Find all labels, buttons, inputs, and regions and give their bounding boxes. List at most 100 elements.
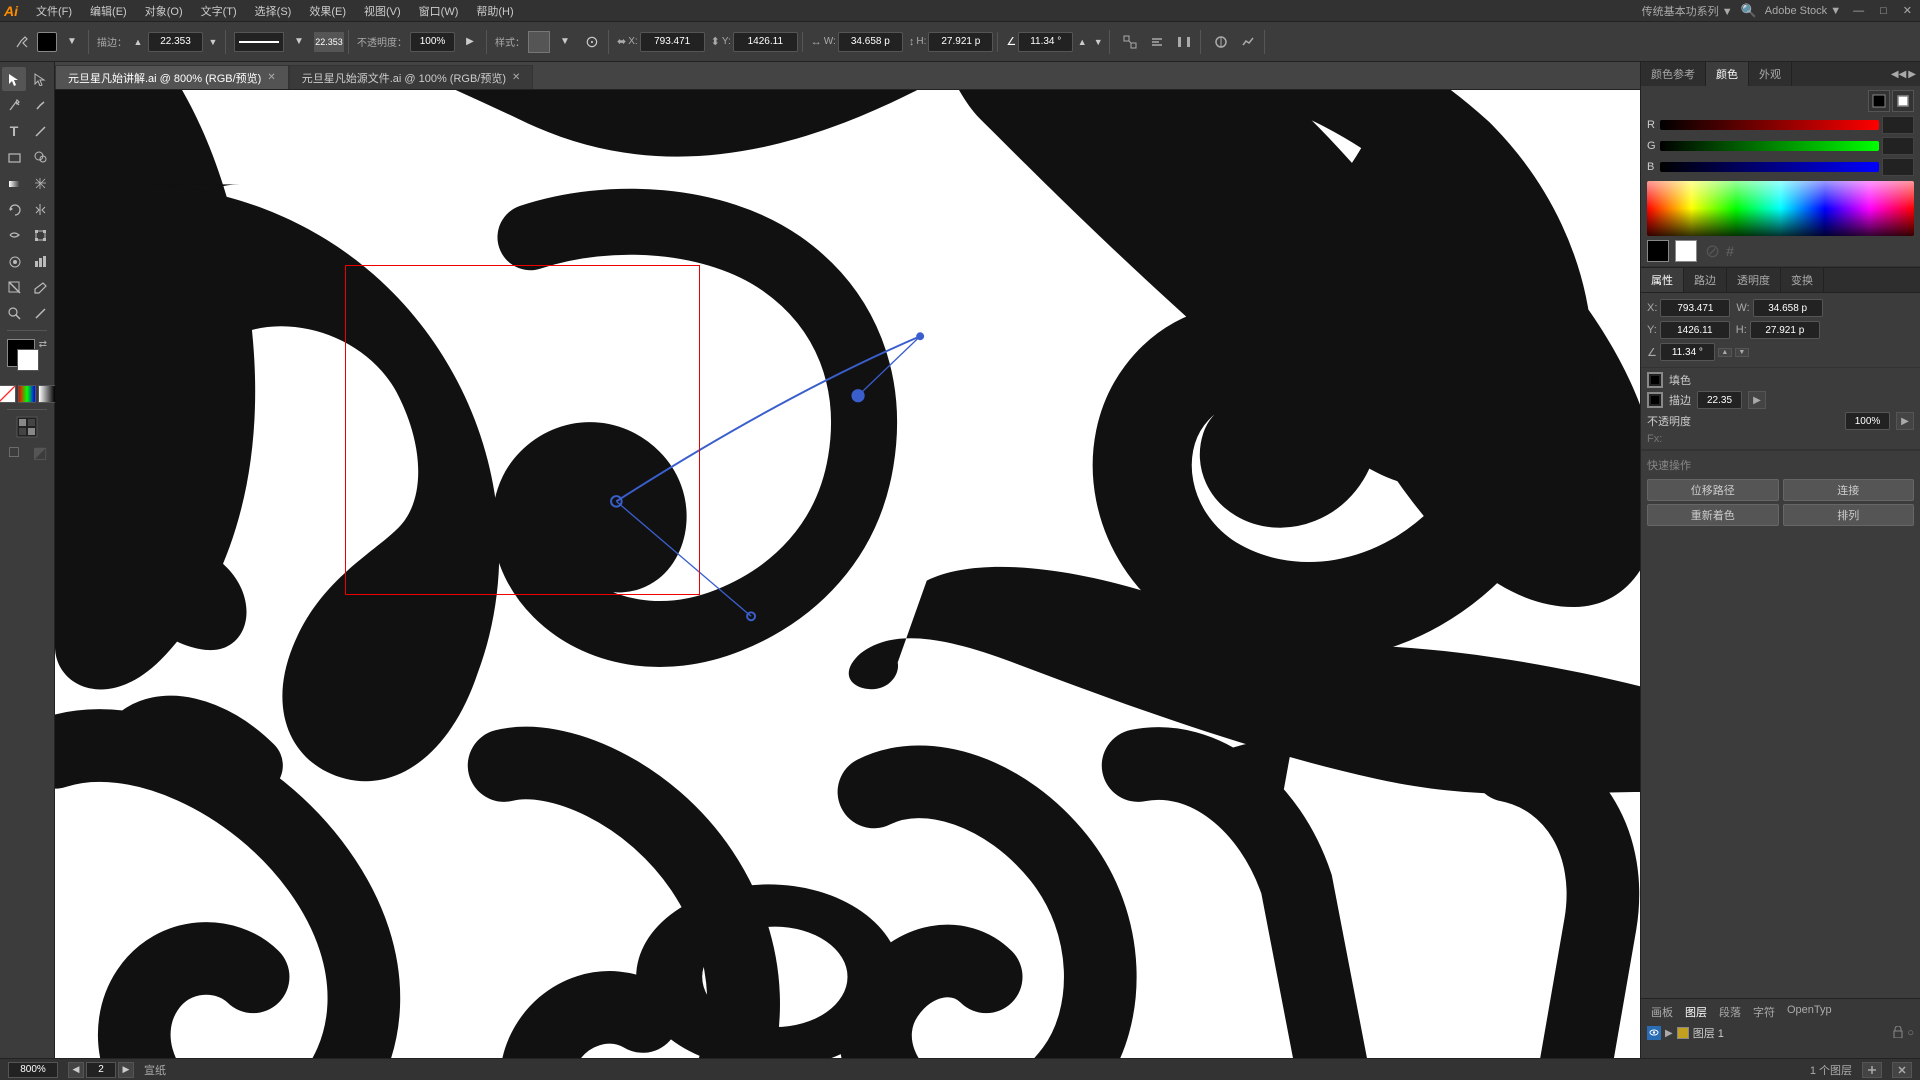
delete-layer-btn[interactable] [1892, 1062, 1912, 1078]
layer-visibility-btn[interactable] [1647, 1026, 1661, 1040]
eraser-tool[interactable] [28, 275, 52, 299]
free-transform-tool[interactable] [28, 223, 52, 247]
fill-icon[interactable] [1647, 372, 1663, 388]
nav-next-btn[interactable]: ▶ [118, 1062, 134, 1078]
misc-btn1[interactable] [1209, 30, 1233, 54]
layer-name[interactable]: 图层 1 [1693, 1025, 1890, 1041]
menu-object[interactable]: 对象(O) [137, 1, 191, 21]
menu-window[interactable]: 窗口(W) [411, 1, 467, 21]
stroke-row-input[interactable] [1697, 391, 1742, 409]
rotate-tool[interactable] [2, 197, 26, 221]
zoom-tool[interactable] [2, 301, 26, 325]
stroke-down-btn[interactable]: ▼ [205, 30, 221, 54]
hash-pattern-icon[interactable]: # [1726, 243, 1734, 259]
add-layer-btn[interactable] [1862, 1062, 1882, 1078]
menu-text[interactable]: 文字(T) [193, 1, 245, 21]
align-btn[interactable] [1145, 30, 1169, 54]
angle-transform-input[interactable] [1660, 343, 1715, 361]
freehand-tool[interactable] [28, 93, 52, 117]
stroke-width-input[interactable] [148, 32, 203, 52]
tab-color[interactable]: 颜色 [1706, 62, 1749, 86]
h-input[interactable] [928, 32, 993, 52]
stroke-icon-btn[interactable] [1892, 90, 1914, 112]
graph-tool[interactable] [28, 249, 52, 273]
g-slider-track[interactable] [1660, 141, 1879, 151]
panel-collapse-left[interactable]: ◀◀ [1891, 69, 1906, 80]
opacity-options[interactable]: ▶ [458, 30, 482, 54]
mesh-tool[interactable] [28, 171, 52, 195]
slice-tool[interactable] [2, 275, 26, 299]
angle-up-btn[interactable]: ▲ [1718, 348, 1732, 357]
canvas-area[interactable] [55, 90, 1640, 1058]
stroke-options-btn[interactable]: ▼ [60, 30, 84, 54]
none-icon[interactable]: ⊘ [1705, 241, 1720, 262]
adobe-stock-link[interactable]: Adobe Stock ▼ [1765, 5, 1841, 17]
stroke-swatch[interactable] [1675, 240, 1697, 262]
style-options[interactable]: ▼ [553, 30, 577, 54]
stroke-up-btn[interactable]: ▲ [130, 30, 146, 54]
layer-lock-icon[interactable] [1893, 1026, 1903, 1041]
direct-select-tool[interactable] [28, 67, 52, 91]
menu-select[interactable]: 选择(S) [247, 1, 300, 21]
y-transform-input[interactable] [1660, 321, 1730, 339]
color-mode-gradient[interactable] [38, 385, 56, 403]
fill-swatch[interactable] [1647, 240, 1669, 262]
b-value[interactable] [1882, 158, 1914, 176]
stroke-line-options[interactable]: ▼ [287, 30, 311, 54]
menu-edit[interactable]: 编辑(E) [82, 1, 135, 21]
opacity-expand-btn[interactable]: ▶ [1896, 412, 1914, 430]
w-input[interactable] [838, 32, 903, 52]
fill-icon-btn[interactable] [1868, 90, 1890, 112]
join-btn[interactable]: 连接 [1783, 479, 1915, 501]
color-mode-none[interactable] [0, 385, 16, 403]
window-minimize[interactable]: — [1849, 5, 1868, 17]
angle-up[interactable]: ▲ [1075, 30, 1089, 54]
lp-tab-paragraph[interactable]: 段落 [1715, 1003, 1745, 1021]
y-input[interactable] [733, 32, 798, 52]
w-transform-input[interactable] [1753, 299, 1823, 317]
panel-expand-right[interactable]: ▶ [1908, 69, 1916, 80]
symbol-tool[interactable] [2, 249, 26, 273]
recolor-btn[interactable]: 重新着色 [1647, 504, 1779, 526]
measure-tool[interactable] [28, 301, 52, 325]
r-slider-track[interactable] [1660, 120, 1879, 130]
tab-1-close[interactable]: ✕ [512, 72, 520, 83]
path-offset-btn[interactable]: 位移路径 [1647, 479, 1779, 501]
g-value[interactable] [1882, 137, 1914, 155]
lp-tab-artboard[interactable]: 画板 [1647, 1003, 1677, 1021]
shape-builder[interactable] [28, 145, 52, 169]
prop-tab-border[interactable]: 路边 [1684, 268, 1727, 292]
opacity-row-input[interactable] [1845, 412, 1890, 430]
r-value[interactable] [1882, 116, 1914, 134]
color-spectrum[interactable] [1647, 181, 1914, 236]
angle-down[interactable]: ▼ [1091, 30, 1105, 54]
rect-tool[interactable] [2, 145, 26, 169]
tab-0[interactable]: 元旦星凡始讲解.ai @ 800% (RGB/预览) ✕ [55, 65, 289, 89]
line-tool[interactable] [28, 119, 52, 143]
opacity-input[interactable] [410, 32, 455, 52]
h-transform-input[interactable] [1750, 321, 1820, 339]
prop-tab-transparency[interactable]: 透明度 [1727, 268, 1781, 292]
angle-input[interactable] [1018, 32, 1073, 52]
misc-btn2[interactable] [1236, 30, 1260, 54]
screen-mode-btn2[interactable]: ◩ [28, 441, 52, 465]
type-tool[interactable]: T [2, 119, 26, 143]
stroke-color-swatch[interactable] [17, 349, 39, 371]
zoom-input[interactable] [8, 1062, 58, 1078]
warp-tool[interactable] [2, 223, 26, 247]
page-input[interactable] [86, 1062, 116, 1078]
tab-1[interactable]: 元旦星凡始源文件.ai @ 100% (RGB/预览) ✕ [289, 65, 534, 89]
prop-tab-transform[interactable]: 变换 [1781, 268, 1824, 292]
style-reset[interactable]: ⊙ [580, 30, 604, 54]
transform-btn[interactable] [1118, 30, 1142, 54]
tab-0-close[interactable]: ✕ [267, 72, 275, 83]
angle-down-btn[interactable]: ▼ [1735, 348, 1749, 357]
screen-mode-btn1[interactable]: □ [2, 441, 26, 465]
prop-tab-attributes[interactable]: 属性 [1641, 268, 1684, 292]
menu-effect[interactable]: 效果(E) [301, 1, 354, 21]
layer-target-circle[interactable]: ○ [1907, 1027, 1914, 1039]
view-mode-btn[interactable] [15, 415, 39, 439]
menu-view[interactable]: 视图(V) [356, 1, 409, 21]
stroke-icon[interactable] [1647, 392, 1663, 408]
select-tool[interactable] [2, 67, 26, 91]
